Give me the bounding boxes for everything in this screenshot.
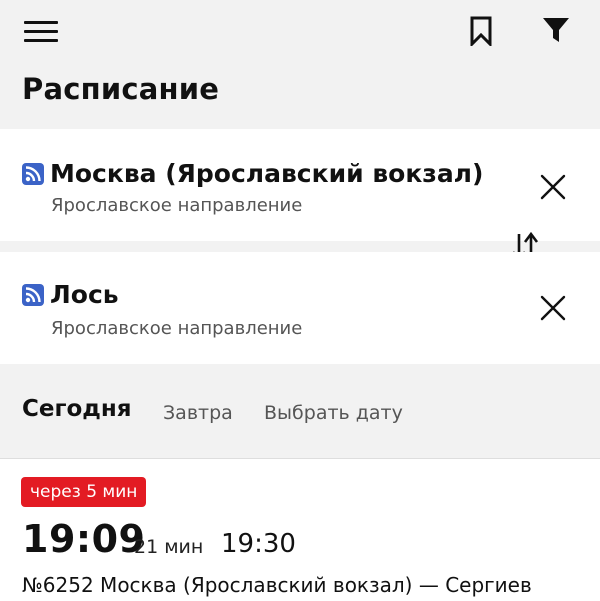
date-tabs: Сегодня Завтра Выбрать дату (0, 380, 600, 450)
top-bar (0, 0, 600, 62)
tab-tomorrow[interactable]: Завтра (163, 402, 233, 424)
hamburger-icon[interactable] (24, 18, 58, 46)
close-icon[interactable] (539, 294, 567, 322)
station-from-name-row: Москва (Ярославский вокзал) (22, 159, 483, 188)
suburban-rail-icon (22, 283, 44, 306)
station-to-direction: Ярославское направление (51, 318, 303, 339)
departure-time: 19:09 (22, 517, 146, 561)
station-from-direction: Ярославское направление (51, 195, 303, 216)
arrival-time: 19:30 (221, 529, 296, 559)
tab-today[interactable]: Сегодня (22, 396, 132, 422)
train-list: через 5 мин 19:09 21 мин 19:30 №6252 Мос… (0, 458, 600, 601)
filter-icon[interactable] (542, 16, 570, 44)
suburban-rail-icon (22, 162, 44, 185)
train-route: №6252 Москва (Ярославский вокзал) — Серг… (22, 573, 532, 597)
trip-duration: 21 мин (134, 536, 204, 558)
tab-pick-date[interactable]: Выбрать дату (264, 402, 403, 424)
page-title: Расписание (22, 72, 220, 106)
close-icon[interactable] (539, 173, 567, 201)
station-to-name-row: Лось (22, 280, 119, 309)
departure-countdown-badge: через 5 мин (21, 477, 147, 507)
station-to-card[interactable]: Лось Ярославское направление (0, 252, 600, 364)
station-from-card[interactable]: Москва (Ярославский вокзал) Ярославское … (0, 129, 600, 241)
bookmark-icon[interactable] (468, 16, 494, 46)
station-to-name: Лось (50, 280, 119, 309)
station-from-name: Москва (Ярославский вокзал) (50, 159, 484, 188)
train-row[interactable]: через 5 мин 19:09 21 мин 19:30 №6252 Мос… (0, 459, 600, 601)
